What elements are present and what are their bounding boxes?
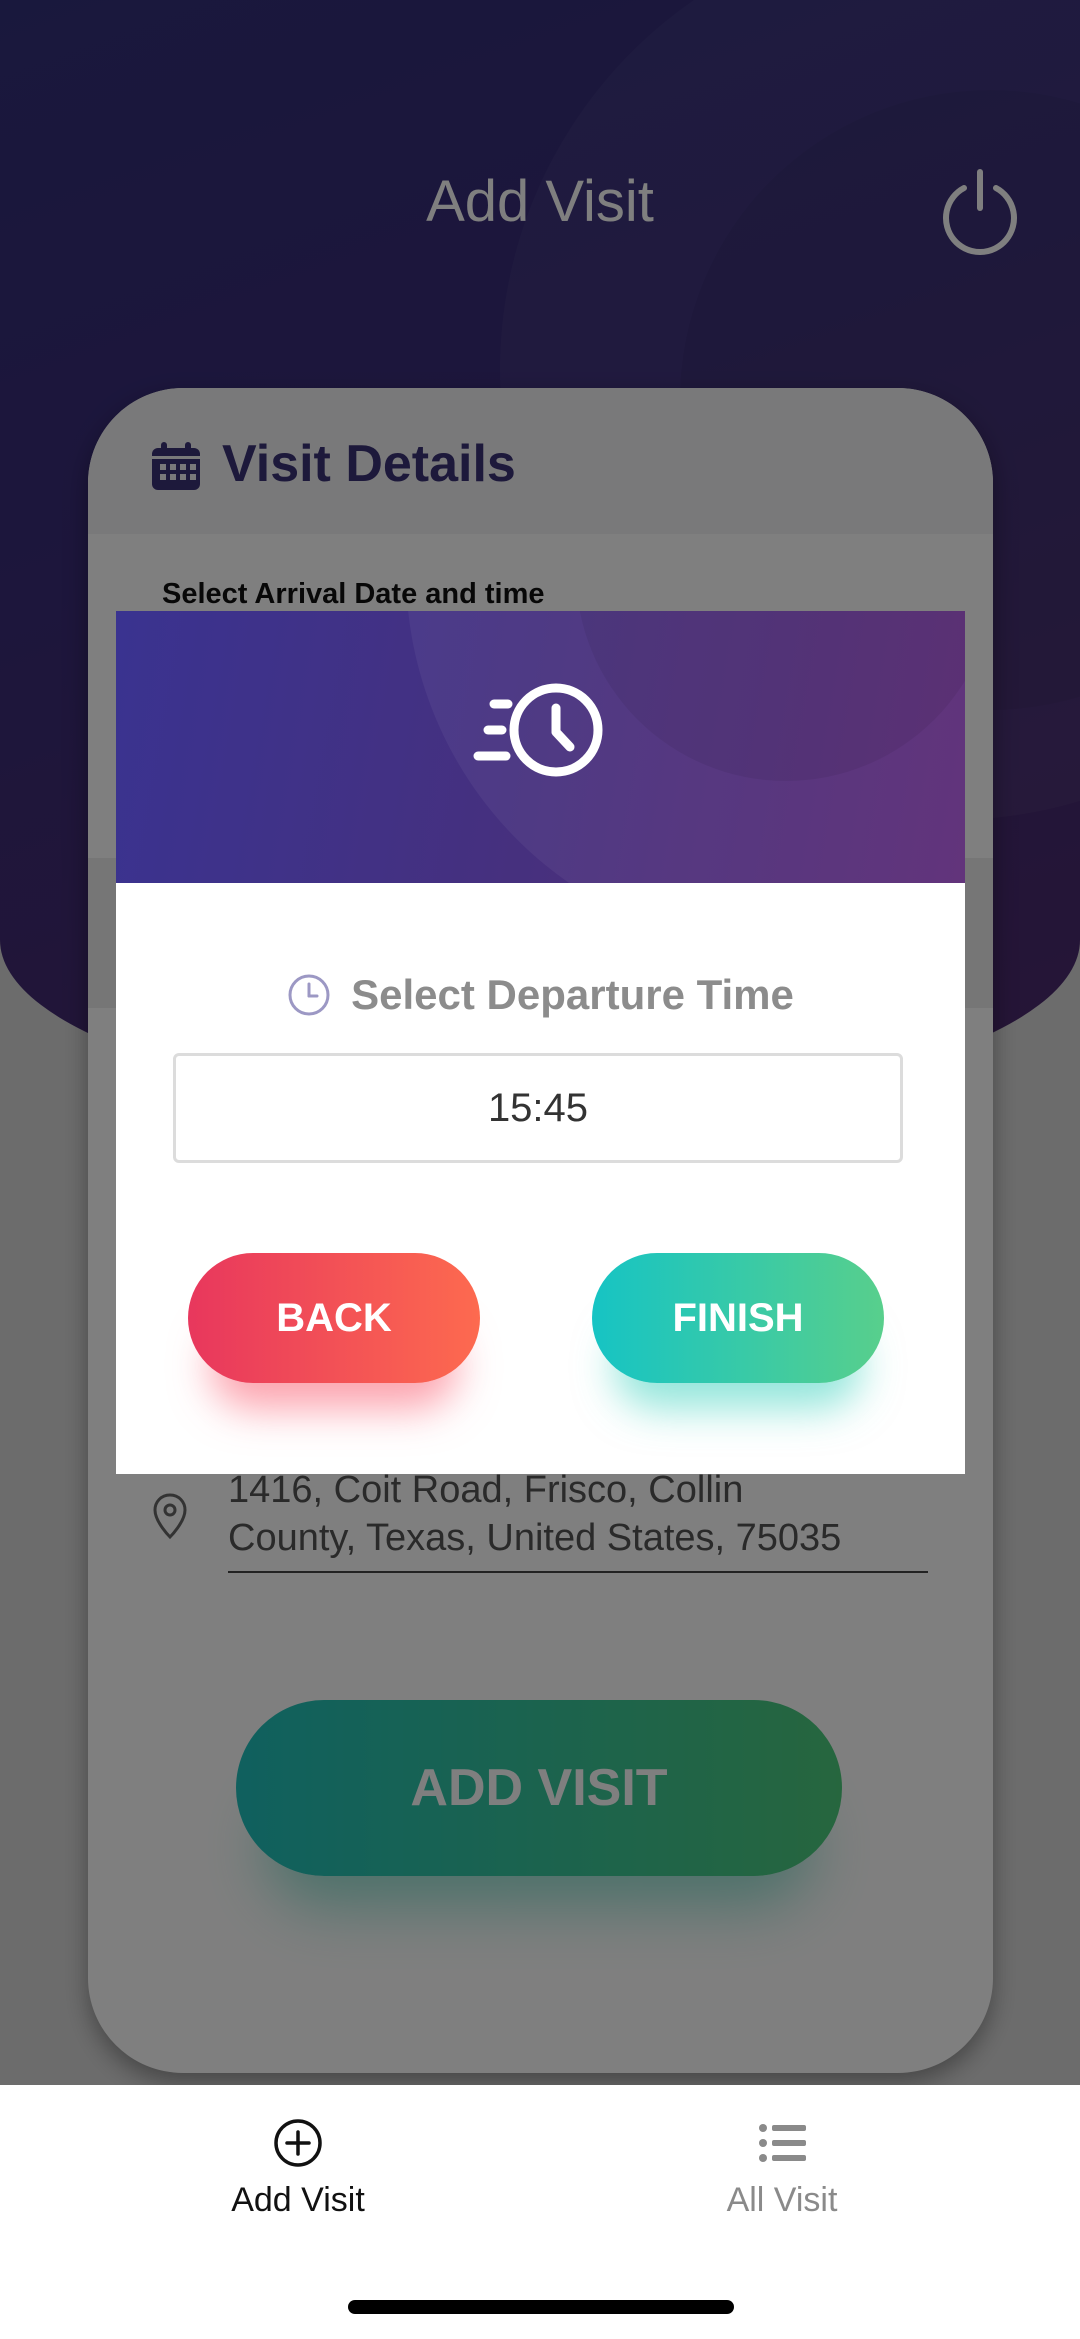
- fast-clock-icon: [473, 683, 603, 777]
- nav-item-add-visit[interactable]: Add Visit: [148, 2115, 448, 2235]
- nav-item-all-visit[interactable]: All Visit: [632, 2115, 932, 2235]
- departure-time-input[interactable]: [173, 1053, 903, 1163]
- back-button[interactable]: BACK: [188, 1253, 480, 1383]
- nav-label-add-visit: Add Visit: [231, 2181, 365, 2219]
- dialog-header: [116, 611, 965, 883]
- clock-icon: [288, 974, 330, 1016]
- departure-prompt-text: Select Departure Time: [351, 971, 794, 1018]
- plus-circle-icon: [274, 2119, 322, 2167]
- nav-label-all-visit: All Visit: [726, 2181, 838, 2219]
- list-icon: [759, 2124, 806, 2162]
- finish-button[interactable]: FINISH: [592, 1253, 884, 1383]
- departure-time-dialog: Select Departure Time BACK FINISH: [116, 611, 965, 1474]
- home-indicator[interactable]: [348, 2300, 734, 2314]
- departure-prompt: Select Departure Time: [116, 971, 965, 1019]
